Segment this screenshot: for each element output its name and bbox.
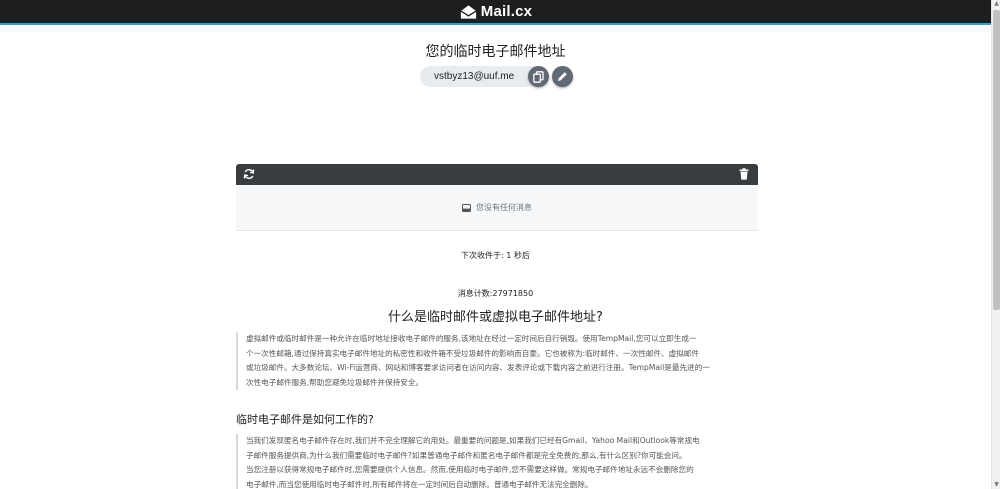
- section-paragraph: 当我们发现匿名电子邮件存在时,我们并不完全理解它的用处。最重要的问题是,如果我们…: [236, 434, 758, 489]
- trash-icon[interactable]: [739, 168, 749, 180]
- inbox-toolbar: [236, 164, 758, 185]
- envelope-logo-icon: [460, 4, 477, 19]
- paragraph-line: 当您注册以获得常规电子邮件时,您需要提供个人信息。然而,使用临时电子邮件,您不需…: [246, 465, 694, 474]
- paragraph-line: 虚拟邮件或临时邮件是一种允许在临时地址接收电子邮件的服务,该地址在经过一定时间后…: [246, 334, 697, 343]
- copy-button[interactable]: [528, 66, 549, 87]
- next-receive-timer: 下次收件于: 1 秒后: [0, 250, 991, 261]
- site-logo[interactable]: Mail.cx: [459, 3, 532, 20]
- top-navbar: Mail.cx: [0, 0, 991, 25]
- paragraph-line: 或垃圾邮件。大多数论坛、Wi-Fi运营商、网站和博客要求访问者在访问内容、发表评…: [246, 363, 710, 372]
- page-scrollbar[interactable]: ▲ ▼: [991, 0, 1000, 489]
- next-receive-value: 1: [506, 251, 512, 260]
- edit-button[interactable]: [552, 66, 573, 87]
- pencil-icon: [558, 72, 567, 81]
- email-address-field[interactable]: vstbyz13@uuf.me: [420, 66, 542, 87]
- scrollbar-thumb[interactable]: [993, 10, 1000, 310]
- section-title: 临时电子邮件是如何工作的?: [236, 413, 374, 426]
- refresh-icon[interactable]: [243, 168, 255, 180]
- scroll-down-arrow-icon[interactable]: ▼: [993, 481, 1000, 489]
- message-count: 消息计数:27971850: [457, 289, 534, 298]
- next-receive-unit: 秒后: [513, 251, 530, 260]
- paragraph-line: 当我们发现匿名电子邮件存在时,我们并不完全理解它的用处。最重要的问题是,如果我们…: [246, 436, 700, 445]
- scroll-up-arrow-icon[interactable]: ▲: [993, 0, 1000, 8]
- copy-icon: [533, 70, 544, 83]
- article-title: 什么是临时邮件或虚拟电子邮件地址?: [388, 310, 603, 325]
- logo-text: Mail.cx: [480, 3, 533, 20]
- article-paragraph: 虚拟邮件或临时邮件是一种允许在临时地址接收电子邮件的服务,该地址在经过一定时间后…: [236, 332, 758, 390]
- next-receive-label: 下次收件于:: [461, 251, 504, 260]
- inbox-empty-text: 您没有任何消息: [476, 203, 532, 212]
- paragraph-line: 电子邮件,而当您使用临时电子邮件时,所有邮件将在一定时间后自动删除。普通电子邮件…: [246, 479, 593, 489]
- paragraph-line: 子邮件服务提供商,为什么我们需要临时电子邮件?如果普通电子邮件和匿名电子邮件都是…: [246, 450, 687, 460]
- inbox-empty-state: 您没有任何消息: [236, 185, 758, 231]
- page-title: 您的临时电子邮件地址: [425, 44, 566, 60]
- inbox-icon: [462, 203, 471, 212]
- paragraph-line: 个一次性邮箱,通过保持真实电子邮件地址的私密性和收件箱不受垃圾邮件的影响而自豪。…: [246, 348, 699, 358]
- paragraph-line: 次性电子邮件服务,帮助您避免垃圾邮件并保持安全。: [246, 377, 424, 387]
